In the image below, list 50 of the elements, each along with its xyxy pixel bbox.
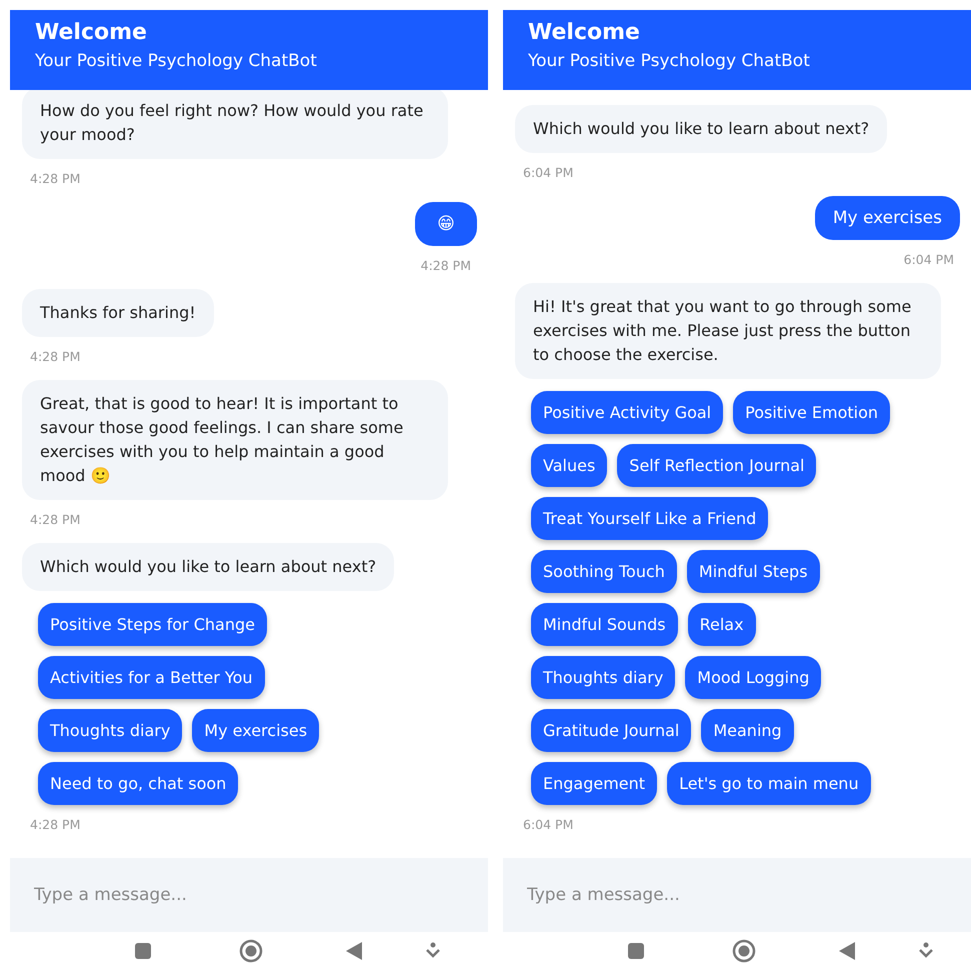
option-button[interactable]: Positive Activity Goal — [531, 391, 724, 434]
timestamp: 4:28 PM — [30, 171, 82, 186]
timestamp: 4:28 PM — [30, 349, 82, 364]
option-button[interactable]: Activities for a Better You — [38, 656, 265, 699]
option-button[interactable]: Mindful Steps — [686, 550, 820, 593]
bot-message: Great, that is good to hear! It is important to savour those good feelings. I can share some exercises with you to help maintain a good mood 🙂 — [22, 380, 448, 500]
bot-message: Thanks for sharing! — [22, 289, 214, 337]
back-icon[interactable] — [838, 941, 856, 961]
down-arrow-icon[interactable] — [425, 942, 441, 960]
bot-message: Hi! It's great that you want to go through some exercises with me. Please just press the button to choose the exercise. — [515, 283, 941, 379]
option-button[interactable]: Mindful Sounds — [531, 603, 678, 646]
user-message: My exercises — [814, 196, 960, 240]
header-title: Welcome — [35, 20, 148, 45]
square-icon[interactable] — [627, 942, 645, 960]
option-button[interactable]: Engagement — [531, 762, 658, 805]
home-icon[interactable] — [732, 939, 756, 963]
option-button[interactable]: Positive Emotion — [733, 391, 890, 434]
message-field[interactable]: Type a message... — [10, 858, 488, 932]
square-icon[interactable] — [134, 942, 152, 960]
option-button[interactable]: Soothing Touch — [531, 550, 677, 593]
message-field[interactable]: Type a message... — [503, 858, 971, 932]
option-button[interactable]: Values — [531, 444, 608, 487]
back-icon[interactable] — [345, 941, 363, 961]
option-button[interactable]: Treat Yourself Like a Friend — [531, 497, 768, 540]
header-title: Welcome — [528, 20, 641, 45]
option-button[interactable]: Need to go, chat soon — [38, 762, 238, 805]
option-button[interactable]: Mood Logging — [685, 656, 822, 699]
user-message: 😁 — [415, 202, 477, 246]
timestamp: 4:28 PM — [30, 512, 82, 527]
timestamp: 4:28 PM — [420, 258, 471, 273]
option-button[interactable]: Let's go to main menu — [667, 762, 871, 805]
option-button[interactable]: Thoughts diary — [38, 709, 182, 752]
header-subtitle: Your Positive Psychology ChatBot — [35, 51, 318, 71]
header-subtitle: Your Positive Psychology ChatBot — [528, 51, 811, 71]
option-button[interactable]: Relax — [688, 603, 756, 646]
option-button[interactable]: Gratitude Journal — [531, 709, 692, 752]
timestamp: 4:28 PM — [30, 817, 82, 832]
option-button[interactable]: Thoughts diary — [531, 656, 676, 699]
timestamp: 6:04 PM — [523, 165, 574, 180]
home-icon[interactable] — [239, 939, 263, 963]
down-arrow-icon[interactable] — [918, 942, 934, 960]
option-button[interactable]: Self Reflection Journal — [617, 444, 816, 487]
timestamp: 6:04 PM — [523, 817, 574, 832]
timestamp: 6:04 PM — [904, 252, 954, 267]
option-button[interactable]: Meaning — [701, 709, 794, 752]
bot-message: How do you feel right now? How would you rate your mood? — [22, 90, 448, 159]
bot-message: Which would you like to learn about next? — [515, 105, 888, 153]
option-button[interactable]: My exercises — [192, 709, 320, 752]
option-button[interactable]: Positive Steps for Change — [38, 603, 267, 646]
bot-message: Which would you like to learn about next? — [22, 543, 394, 591]
